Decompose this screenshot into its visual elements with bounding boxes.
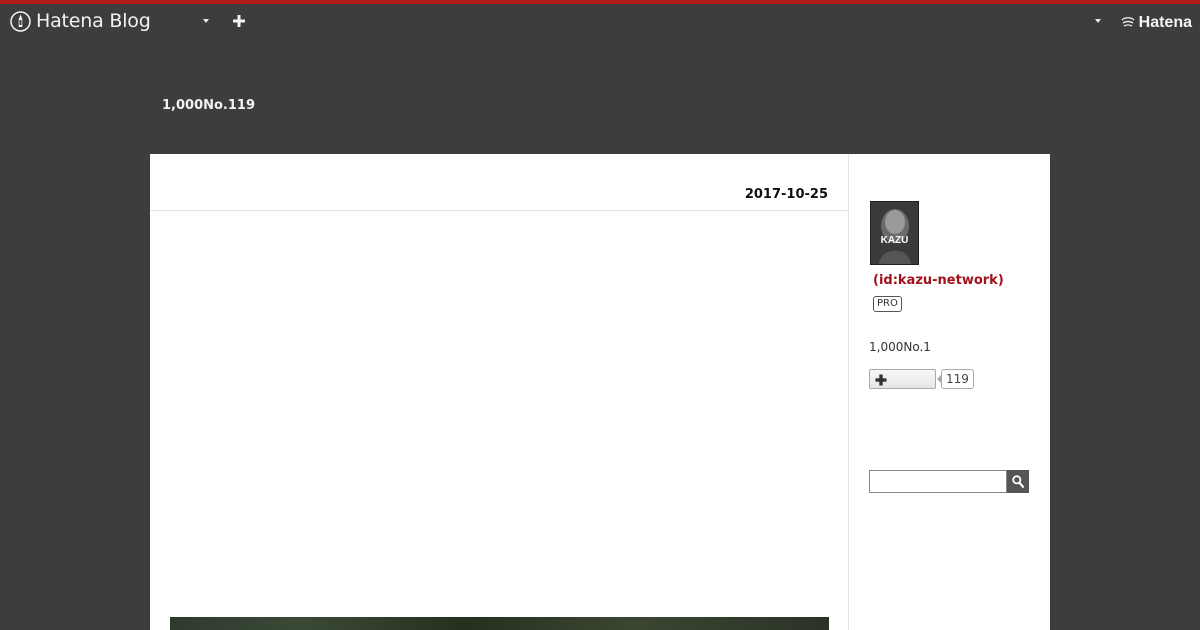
plus-icon bbox=[875, 374, 887, 386]
profile-id-link[interactable]: (id:kazu-network) bbox=[873, 273, 1004, 288]
subscriber-count[interactable]: 119 bbox=[937, 369, 974, 389]
logo-text: Hatena Blog bbox=[36, 10, 151, 32]
blog-title[interactable]: 1,000No.119 bbox=[162, 98, 255, 113]
search-input[interactable] bbox=[869, 470, 1007, 493]
hatena-brand-link[interactable]: Hatena bbox=[1120, 14, 1192, 32]
account-menu-caret-icon[interactable] bbox=[1092, 16, 1104, 26]
blog-menu-caret-icon[interactable] bbox=[200, 16, 212, 26]
search-button[interactable] bbox=[1007, 470, 1029, 493]
hatena-brand-icon bbox=[1120, 16, 1136, 30]
entry-photo bbox=[170, 617, 829, 630]
sidebar: KAZU (id:kazu-network) PRO 1,000No.1 119 bbox=[850, 154, 1050, 630]
search-icon bbox=[1012, 475, 1024, 488]
main-column: 2017-10-25 bbox=[150, 154, 849, 630]
pro-badge: PRO bbox=[873, 296, 902, 312]
profile-avatar[interactable]: KAZU bbox=[870, 201, 919, 265]
avatar-text: KAZU bbox=[881, 235, 909, 246]
date-divider bbox=[150, 210, 849, 211]
hatena-brand-text: Hatena bbox=[1138, 14, 1192, 31]
global-header: Hatena Blog Hatena bbox=[0, 4, 1200, 42]
content-area: 2017-10-25 KAZU (id:kazu-network) PRO 1,… bbox=[150, 154, 1050, 630]
profile-description: 1,000No.1 bbox=[869, 340, 931, 354]
new-entry-plus-icon[interactable] bbox=[232, 13, 246, 27]
entry-date[interactable]: 2017-10-25 bbox=[745, 187, 828, 202]
hatena-blog-pen-icon bbox=[10, 10, 31, 32]
hatena-blog-logo[interactable]: Hatena Blog bbox=[10, 10, 151, 32]
subscribe-button[interactable] bbox=[869, 369, 936, 389]
